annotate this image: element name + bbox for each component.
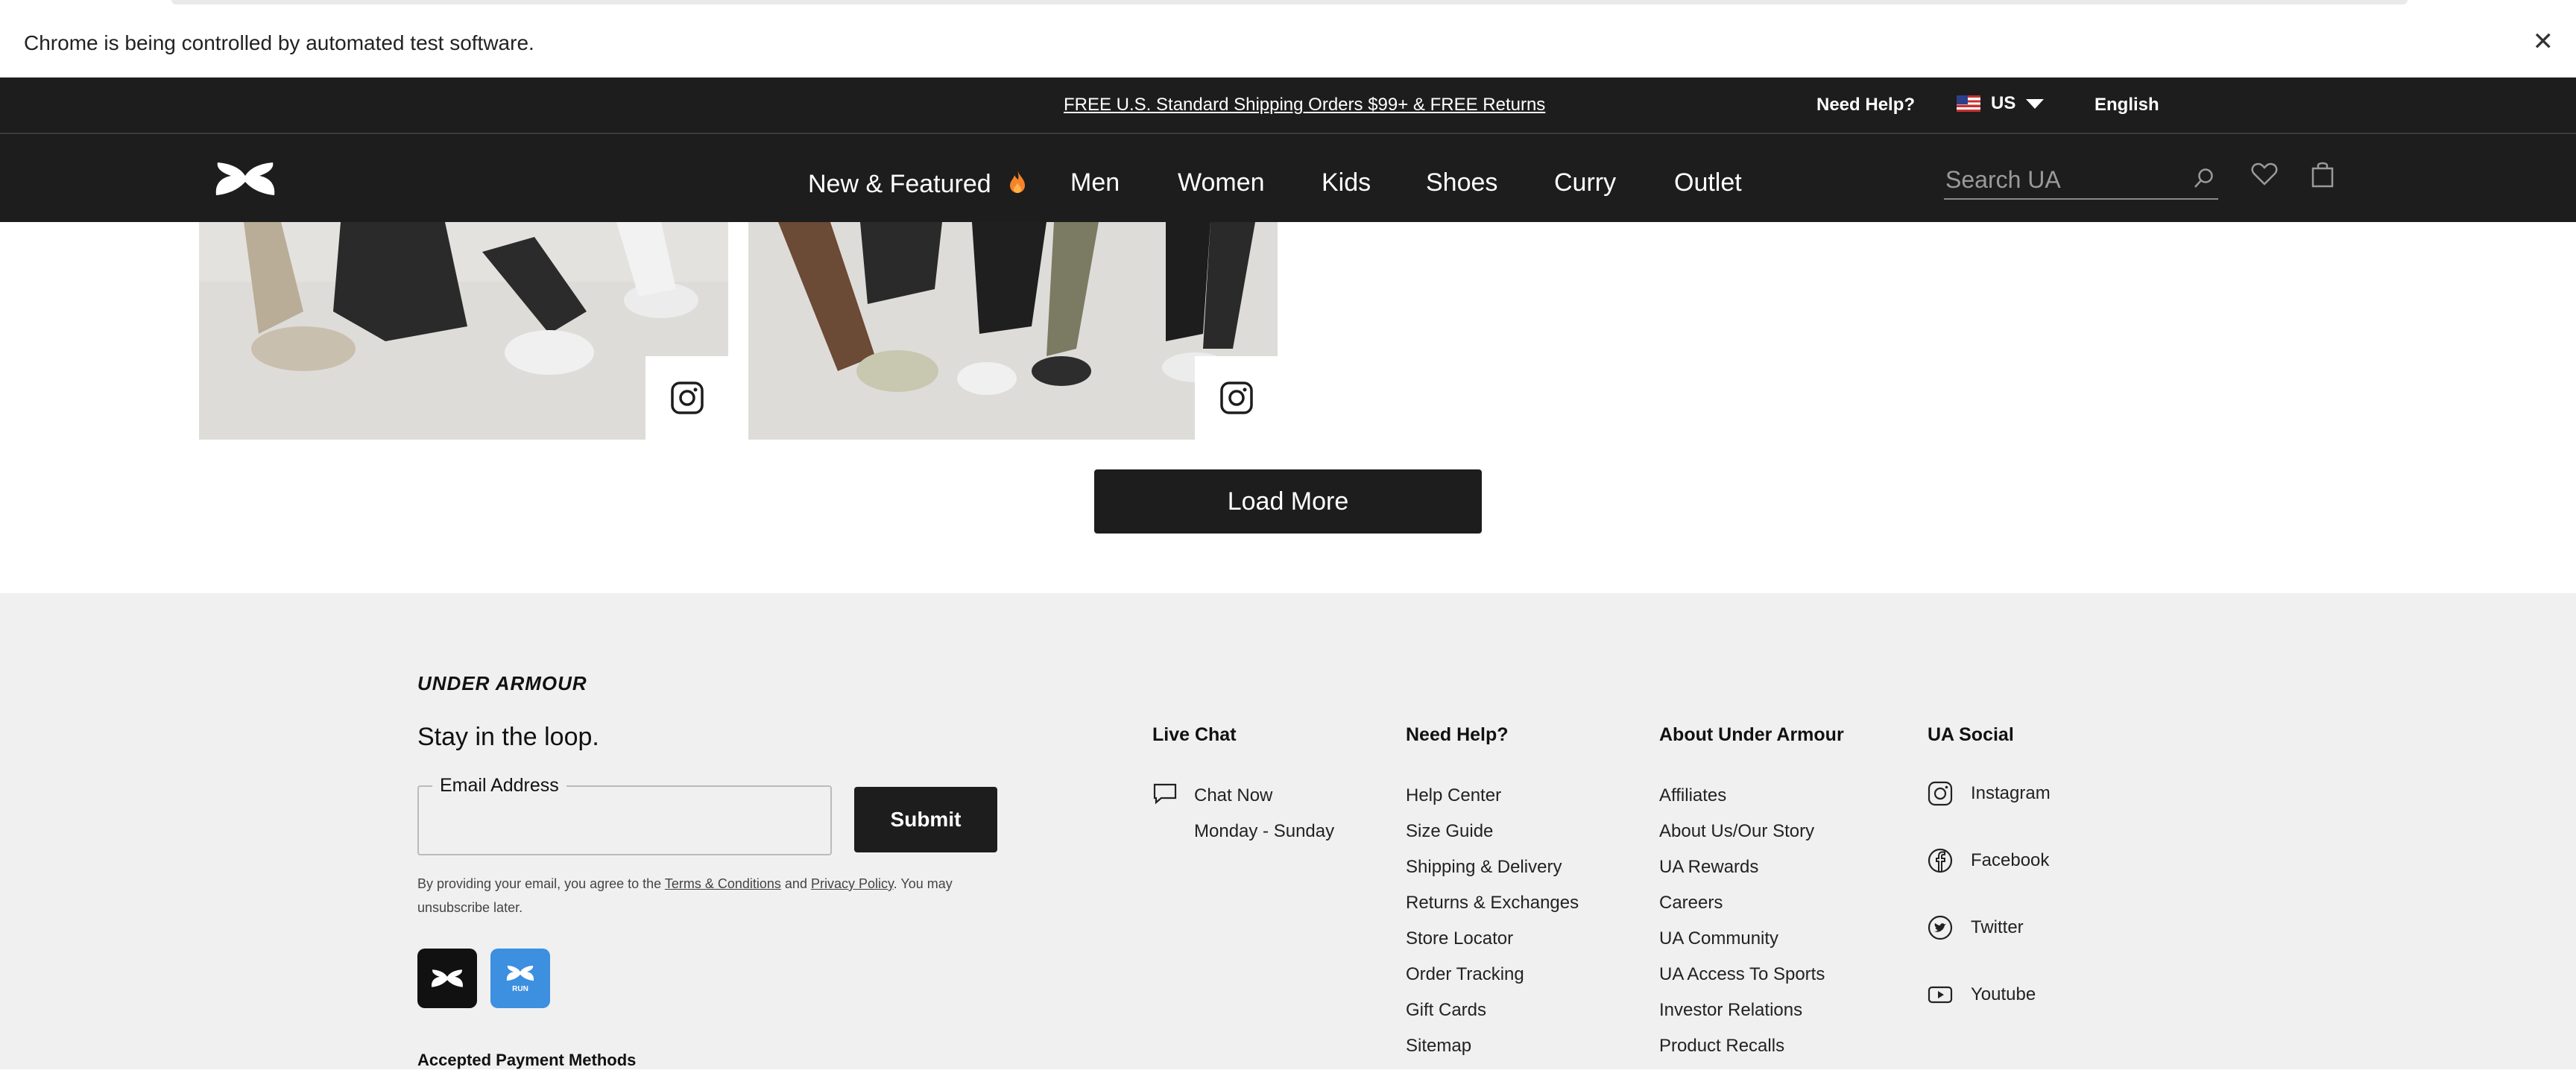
instagram-icon — [1928, 781, 1953, 806]
need-help-heading: Need Help? — [1406, 724, 1509, 745]
nav-outlet[interactable]: Outlet — [1674, 168, 1742, 197]
nav-shoes[interactable]: Shoes — [1426, 168, 1497, 197]
footer-link-affiliates[interactable]: Affiliates — [1659, 785, 1726, 806]
nav-women[interactable]: Women — [1178, 168, 1265, 197]
payment-methods-heading: Accepted Payment Methods — [417, 1051, 637, 1069]
instagram-icon — [671, 382, 704, 414]
us-flag-icon — [1957, 95, 1980, 112]
nav-curry[interactable]: Curry — [1554, 168, 1616, 197]
country-selector[interactable]: US — [1957, 92, 2045, 115]
automation-message: Chrome is being controlled by automated … — [24, 31, 534, 54]
chat-hours: Monday - Sunday — [1194, 821, 1335, 841]
wishlist-heart-icon[interactable] — [2251, 162, 2278, 186]
instagram-icon — [1220, 382, 1253, 414]
shopping-bag-icon[interactable] — [2311, 161, 2334, 188]
facebook-icon — [1928, 848, 1953, 873]
footer-link-access-to-sports[interactable]: UA Access To Sports — [1659, 964, 1825, 985]
newsletter-fine-print: By providing your email, you agree to th… — [417, 872, 1006, 919]
social-heading: UA Social — [1928, 724, 2014, 745]
footer-link-product-recalls[interactable]: Product Recalls — [1659, 1036, 1784, 1057]
nav-new-featured-label: New & Featured — [808, 170, 991, 198]
footer-link-returns-exchanges[interactable]: Returns & Exchanges — [1406, 893, 1579, 914]
instagram-badge — [1195, 356, 1278, 440]
submit-button[interactable]: Submit — [854, 787, 997, 852]
nav-men[interactable]: Men — [1070, 168, 1120, 197]
shipping-promo-link[interactable]: FREE U.S. Standard Shipping Orders $99+ … — [1064, 95, 1545, 115]
nav-new-featured[interactable]: New & Featured — [808, 168, 1026, 199]
footer-link-ua-community[interactable]: UA Community — [1659, 928, 1778, 949]
footer-link-careers[interactable]: Careers — [1659, 893, 1723, 914]
ua-logo-icon — [432, 969, 463, 987]
footer-brand-wordmark: UNDER ARMOUR — [417, 672, 587, 694]
footer-link-order-tracking[interactable]: Order Tracking — [1406, 964, 1524, 985]
social-label: Facebook — [1971, 850, 2050, 870]
instagram-badge — [645, 356, 729, 440]
social-link-youtube[interactable]: Youtube — [1928, 982, 2036, 1007]
ua-app-badge[interactable] — [417, 949, 477, 1008]
newsletter-heading: Stay in the loop. — [417, 723, 599, 751]
caret-down-icon — [2026, 98, 2045, 109]
footer-link-ua-rewards[interactable]: UA Rewards — [1659, 857, 1758, 878]
language-selector[interactable]: English — [2094, 95, 2159, 115]
footer-link-investor-relations[interactable]: Investor Relations — [1659, 1000, 1802, 1021]
search-bar — [1944, 161, 2218, 200]
youtube-icon — [1928, 986, 1953, 1004]
live-chat-heading: Live Chat — [1152, 724, 1237, 745]
social-label: Instagram — [1971, 783, 2051, 803]
chat-bubble-icon — [1153, 783, 1177, 805]
privacy-link[interactable]: Privacy Policy — [811, 876, 894, 891]
about-heading: About Under Armour — [1659, 724, 1844, 745]
footer-link-sitemap[interactable]: Sitemap — [1406, 1036, 1471, 1057]
ua-logo-icon[interactable] — [213, 159, 277, 198]
social-label: Youtube — [1971, 984, 2036, 1004]
run-app-label: RUN — [512, 984, 528, 993]
twitter-icon — [1928, 915, 1953, 940]
search-icon[interactable] — [2193, 167, 2215, 189]
ua-logo-icon — [506, 965, 534, 981]
tab-strip-edge — [171, 0, 2408, 4]
email-field-label: Email Address — [432, 775, 566, 797]
close-icon[interactable]: ✕ — [2533, 27, 2554, 57]
search-input[interactable] — [1944, 164, 2185, 195]
fine-print-and: and — [780, 876, 811, 891]
need-help-link[interactable]: Need Help? — [1816, 95, 1915, 115]
terms-link[interactable]: Terms & Conditions — [665, 876, 781, 891]
email-field[interactable] — [431, 803, 814, 842]
footer-link-gift-cards[interactable]: Gift Cards — [1406, 1000, 1486, 1021]
country-label: US — [1991, 93, 2016, 113]
footer-link-size-guide[interactable]: Size Guide — [1406, 821, 1493, 842]
flame-icon — [1010, 170, 1026, 193]
social-link-instagram[interactable]: Instagram — [1928, 781, 2051, 806]
footer-link-about-us[interactable]: About Us/Our Story — [1659, 821, 1814, 842]
promo-bar: FREE U.S. Standard Shipping Orders $99+ … — [0, 77, 2576, 134]
footer-link-store-locator[interactable]: Store Locator — [1406, 928, 1513, 949]
load-more-button[interactable]: Load More — [1094, 469, 1482, 534]
footer-link-help-center[interactable]: Help Center — [1406, 785, 1501, 806]
footer-link-shipping-delivery[interactable]: Shipping & Delivery — [1406, 857, 1562, 878]
automation-infobar: Chrome is being controlled by automated … — [0, 0, 2576, 79]
chat-now-link[interactable]: Chat Now — [1194, 785, 1272, 806]
social-link-twitter[interactable]: Twitter — [1928, 915, 2024, 940]
social-label: Twitter — [1971, 917, 2024, 937]
social-link-facebook[interactable]: Facebook — [1928, 848, 2049, 873]
nav-kids[interactable]: Kids — [1322, 168, 1371, 197]
fine-print-text: By providing your email, you agree to th… — [417, 876, 665, 891]
ua-run-app-badge[interactable]: RUN — [490, 949, 550, 1008]
